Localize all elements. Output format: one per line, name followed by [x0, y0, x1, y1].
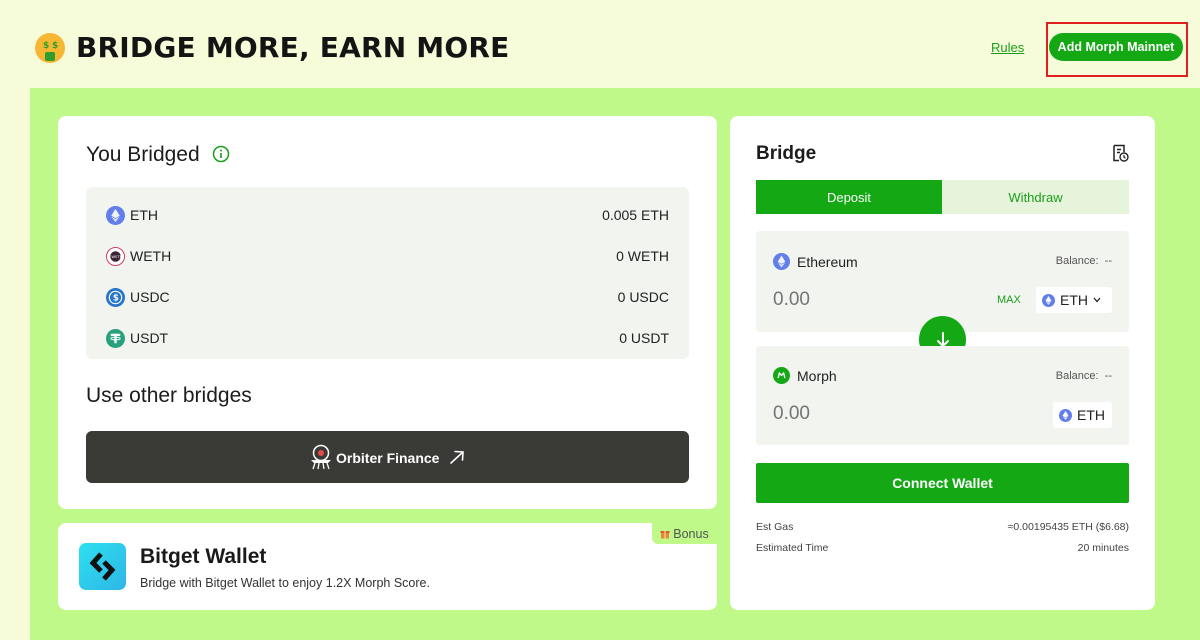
list-item: WETH WETH 0 WETH [86, 232, 689, 273]
token-name: USDT [130, 330, 169, 346]
balance-value: -- [1104, 255, 1112, 267]
eth-icon [1059, 408, 1072, 422]
token-name: USDC [130, 289, 170, 305]
bitget-title: Bitget Wallet [140, 545, 267, 568]
balance-label: Balance: [1055, 370, 1099, 382]
token-amount: 0 WETH [616, 248, 669, 264]
history-icon[interactable] [1110, 143, 1130, 163]
usdc-icon: $ [106, 288, 125, 307]
usdt-icon [106, 329, 125, 348]
est-gas-value: ≈0.00195435 ETH ($6.68) [1007, 521, 1129, 533]
est-gas-label: Est Gas [756, 521, 794, 533]
from-amount-input[interactable] [773, 289, 923, 311]
from-chain-name: Ethereum [797, 254, 858, 270]
bonus-label: Bonus [673, 526, 709, 541]
list-item: $ USDC 0 USDC [86, 273, 689, 314]
arrow-up-right-icon [450, 450, 464, 464]
est-time-value: 20 minutes [1077, 542, 1129, 554]
token-name: WETH [130, 248, 172, 264]
other-bridges-title: Use other bridges [86, 384, 252, 407]
svg-text:WETH: WETH [111, 254, 122, 259]
page-title: BRIDGE MORE, EARN MORE [76, 31, 510, 64]
balance-label: Balance: [1055, 255, 1099, 267]
orbiter-finance-button[interactable]: Orbiter Finance [86, 431, 689, 483]
bridge-title: Bridge [756, 143, 817, 164]
connect-wallet-button[interactable]: Connect Wallet [756, 463, 1129, 503]
token-amount: 0.005 ETH [602, 207, 669, 223]
to-chain-panel: Morph Balance: -- ETH [756, 346, 1129, 445]
money-mouth-face-icon: $ $ [35, 33, 65, 63]
token-name: ETH [130, 207, 158, 223]
from-token-select[interactable]: ETH [1036, 287, 1112, 313]
token-amount: 0 USDT [619, 330, 669, 346]
morph-icon [773, 367, 790, 384]
from-balance: Balance: -- [1056, 255, 1112, 267]
gift-icon [660, 531, 670, 539]
from-token-label: ETH [1060, 292, 1088, 308]
to-amount-input[interactable] [773, 403, 923, 425]
list-item: ETH 0.005 ETH [86, 191, 689, 232]
bitget-description: Bridge with Bitget Wallet to enjoy 1.2X … [140, 576, 430, 590]
weth-icon: WETH [106, 247, 125, 266]
eth-icon [106, 206, 125, 225]
est-time-label: Estimated Time [756, 542, 829, 554]
tab-withdraw[interactable]: Withdraw [942, 180, 1129, 214]
page-header: $ $ BRIDGE MORE, EARN MORE Rules Add Mor… [0, 0, 1200, 90]
bitget-logo-icon [79, 543, 126, 590]
to-chain-name: Morph [797, 368, 837, 384]
tab-deposit[interactable]: Deposit [756, 180, 942, 214]
eth-icon [1042, 293, 1055, 307]
svg-text:$: $ [52, 41, 58, 51]
chevron-down-icon [1093, 297, 1101, 303]
rules-link[interactable]: Rules [991, 40, 1024, 55]
you-bridged-title: You Bridged [86, 143, 200, 166]
ethereum-icon [773, 253, 790, 270]
to-token-label: ETH [1077, 407, 1105, 423]
add-morph-mainnet-button[interactable]: Add Morph Mainnet [1049, 33, 1183, 61]
svg-text:$: $ [113, 294, 119, 304]
to-token-select[interactable]: ETH [1053, 402, 1112, 428]
list-item: USDT 0 USDT [86, 314, 689, 355]
bridged-token-list: ETH 0.005 ETH WETH WETH 0 WETH $ USDC 0 … [86, 187, 689, 359]
max-button[interactable]: MAX [997, 294, 1021, 306]
token-amount: 0 USDC [617, 289, 669, 305]
orbiter-label: Orbiter Finance [336, 450, 440, 466]
info-icon[interactable] [212, 145, 230, 163]
balance-value: -- [1104, 370, 1112, 382]
svg-text:$: $ [43, 41, 49, 51]
bonus-badge: Bonus [652, 523, 717, 544]
to-balance: Balance: -- [1056, 370, 1112, 382]
orbiter-logo-icon [311, 444, 331, 470]
